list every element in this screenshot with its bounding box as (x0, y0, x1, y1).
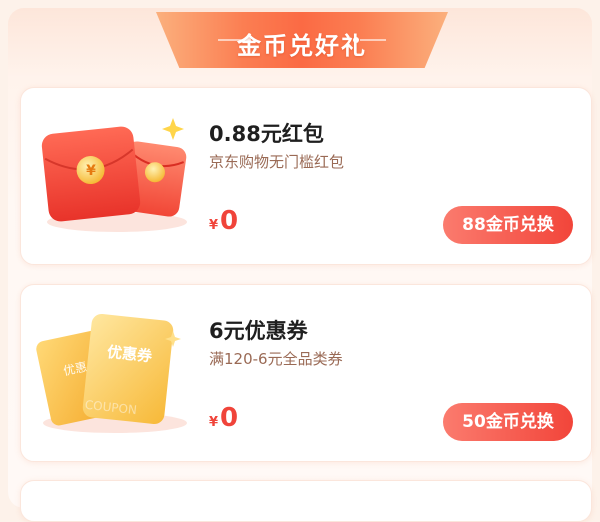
reward-card-coupon[interactable]: 优惠 优惠券 COUPON 6元优惠券 满120-6元全品类券 ¥0 50金币兑… (20, 284, 592, 462)
price-value: 0 (220, 206, 239, 236)
redeem-button[interactable]: 50金币兑换 (443, 403, 573, 441)
section-header-ribbon: 金币兑好礼 (156, 12, 448, 68)
coupon-icon: 优惠 优惠券 COUPON (36, 313, 187, 433)
section-title: 金币兑好礼 (237, 32, 367, 60)
reward-card-partial[interactable] (20, 480, 592, 522)
reward-title: 6元优惠券 (209, 319, 308, 343)
red-envelope-icon: ¥ (41, 118, 187, 232)
coin-glyph: ¥ (86, 163, 96, 179)
currency-symbol: ¥ (209, 218, 219, 233)
reward-title: 0.88元红包 (209, 122, 324, 146)
reward-card-red-envelope[interactable]: ¥ 0.88元红包 京东购物无门槛红包 ¥0 88金币兑换 (20, 87, 592, 265)
redeem-button[interactable]: 88金币兑换 (443, 206, 573, 244)
reward-price: ¥0 (209, 403, 238, 433)
reward-description: 满120-6元全品类券 (209, 350, 343, 368)
reward-description: 京东购物无门槛红包 (209, 153, 345, 171)
currency-symbol: ¥ (209, 415, 219, 430)
reward-price: ¥0 (209, 206, 238, 236)
price-value: 0 (220, 403, 239, 433)
sparkle-right-icon (353, 37, 386, 43)
